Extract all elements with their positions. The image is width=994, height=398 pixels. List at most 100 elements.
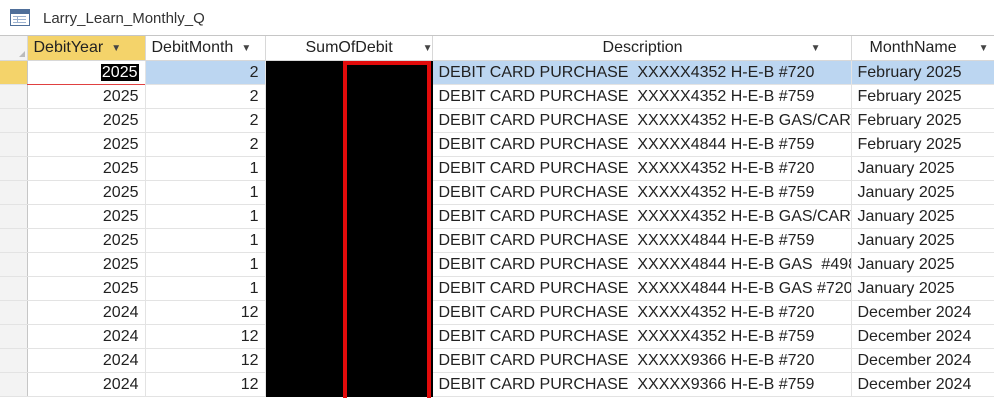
cell-debitmonth[interactable]: 2 — [144, 60, 266, 85]
cell-debitmonth[interactable]: 1 — [144, 228, 266, 253]
cell-sumofdebit-redacted[interactable] — [264, 300, 433, 325]
cell-debityear[interactable]: 2024 — [26, 300, 146, 325]
record-selector[interactable] — [0, 108, 28, 133]
cell-debityear[interactable]: 2025 — [26, 276, 146, 301]
cell-debitmonth[interactable]: 12 — [144, 348, 266, 373]
cell-sumofdebit-redacted[interactable] — [264, 132, 433, 157]
record-selector[interactable] — [0, 204, 28, 229]
cell-debityear[interactable]: 2025 — [26, 180, 146, 205]
cell-sumofdebit-redacted[interactable] — [264, 372, 433, 397]
cell-monthname[interactable]: February 2025 — [850, 60, 994, 85]
column-header-sumofdebit[interactable]: SumOfDebit ▼ — [264, 36, 433, 61]
record-selector[interactable] — [0, 372, 28, 397]
cell-sumofdebit-redacted[interactable] — [264, 60, 433, 85]
table-row[interactable]: 2025 1 DEBIT CARD PURCHASE XXXXX4352 H-E-B… — [0, 180, 994, 205]
record-selector[interactable] — [0, 156, 28, 181]
cell-debitmonth[interactable]: 2 — [144, 108, 266, 133]
table-row[interactable]: 2024 12 DEBIT CARD PURCHASE XXXXX9366 H-E-… — [0, 372, 994, 397]
cell-debityear[interactable]: 2025 — [26, 132, 146, 157]
cell-monthname[interactable]: December 2024 — [850, 300, 994, 325]
table-row[interactable]: 2024 12 DEBIT CARD PURCHASE XXXXX4352 H-E-… — [0, 300, 994, 325]
filter-dropdown-icon[interactable]: ▼ — [811, 43, 821, 54]
cell-monthname[interactable]: December 2024 — [850, 348, 994, 373]
table-row[interactable]: 2025 2 DEBIT CARD PURCHASE XXXXX4352 H-E-B… — [0, 108, 994, 133]
cell-debitmonth[interactable]: 2 — [144, 132, 266, 157]
cell-description[interactable]: DEBIT CARD PURCHASE XXXXX9366 H-E-B #720 — [431, 348, 852, 373]
table-row[interactable]: 2025 2 DEBIT CARD PURCHASE XXXXX4844 H-E-B… — [0, 132, 994, 157]
record-selector[interactable] — [0, 60, 28, 85]
cell-debitmonth[interactable]: 1 — [144, 156, 266, 181]
filter-dropdown-icon[interactable]: ▼ — [979, 43, 989, 54]
cell-monthname[interactable]: December 2024 — [850, 372, 994, 397]
cell-description[interactable]: DEBIT CARD PURCHASE XXXXX4352 H-E-B #720 — [431, 60, 852, 85]
cell-description[interactable]: DEBIT CARD PURCHASE XXXXX4844 H-E-B GAS … — [431, 252, 852, 277]
cell-description[interactable]: DEBIT CARD PURCHASE XXXXX4352 H-E-B GAS/… — [431, 204, 852, 229]
cell-sumofdebit-redacted[interactable] — [264, 84, 433, 109]
cell-debitmonth[interactable]: 1 — [144, 252, 266, 277]
cell-sumofdebit-redacted[interactable] — [264, 276, 433, 301]
cell-debityear[interactable]: 2024 — [26, 348, 146, 373]
cell-monthname[interactable]: December 2024 — [850, 324, 994, 349]
cell-description[interactable]: DEBIT CARD PURCHASE XXXXX4352 H-E-B #720 — [431, 300, 852, 325]
column-header-monthname[interactable]: MonthName ▼ — [850, 36, 994, 61]
cell-debityear[interactable]: 2025 — [26, 60, 146, 85]
column-header-debityear[interactable]: DebitYear ▼ — [26, 36, 146, 61]
cell-description[interactable]: DEBIT CARD PURCHASE XXXXX4844 H-E-B #759 — [431, 228, 852, 253]
cell-sumofdebit-redacted[interactable] — [264, 156, 433, 181]
record-selector[interactable] — [0, 84, 28, 109]
cell-debityear[interactable]: 2024 — [26, 324, 146, 349]
record-selector[interactable] — [0, 252, 28, 277]
cell-debitmonth[interactable]: 12 — [144, 372, 266, 397]
table-row[interactable]: 2025 2 DEBIT CARD PURCHASE XXXXX4352 H-E-B… — [0, 60, 994, 85]
cell-monthname[interactable]: February 2025 — [850, 132, 994, 157]
table-row[interactable]: 2025 1 DEBIT CARD PURCHASE XXXXX4352 H-E-B… — [0, 204, 994, 229]
cell-description[interactable]: DEBIT CARD PURCHASE XXXXX4352 H-E-B #759 — [431, 180, 852, 205]
record-selector[interactable] — [0, 300, 28, 325]
cell-sumofdebit-redacted[interactable] — [264, 252, 433, 277]
table-row[interactable]: 2025 2 DEBIT CARD PURCHASE XXXXX4352 H-E-B… — [0, 84, 994, 109]
record-selector[interactable] — [0, 276, 28, 301]
cell-description[interactable]: DEBIT CARD PURCHASE XXXXX4352 H-E-B GAS/… — [431, 108, 852, 133]
table-row[interactable]: 2025 1 DEBIT CARD PURCHASE XXXXX4844 H-E-B… — [0, 276, 994, 301]
cell-monthname[interactable]: January 2025 — [850, 156, 994, 181]
cell-sumofdebit-redacted[interactable] — [264, 204, 433, 229]
record-selector[interactable] — [0, 348, 28, 373]
cell-description[interactable]: DEBIT CARD PURCHASE XXXXX4844 H-E-B GAS … — [431, 276, 852, 301]
table-row[interactable]: 2025 1 DEBIT CARD PURCHASE XXXXX4844 H-E-B… — [0, 252, 994, 277]
cell-sumofdebit-redacted[interactable] — [264, 108, 433, 133]
cell-debityear[interactable]: 2025 — [26, 156, 146, 181]
cell-debitmonth[interactable]: 2 — [144, 84, 266, 109]
column-header-debitmonth[interactable]: DebitMonth ▼ — [144, 36, 266, 61]
cell-monthname[interactable]: January 2025 — [850, 252, 994, 277]
filter-dropdown-icon[interactable]: ▼ — [241, 43, 251, 54]
cell-monthname[interactable]: February 2025 — [850, 84, 994, 109]
cell-monthname[interactable]: February 2025 — [850, 108, 994, 133]
record-selector[interactable] — [0, 228, 28, 253]
cell-description[interactable]: DEBIT CARD PURCHASE XXXXX4352 H-E-B #720 — [431, 156, 852, 181]
cell-sumofdebit-redacted[interactable] — [264, 180, 433, 205]
cell-sumofdebit-redacted[interactable] — [264, 228, 433, 253]
cell-debityear[interactable]: 2025 — [26, 84, 146, 109]
cell-description[interactable]: DEBIT CARD PURCHASE XXXXX4844 H-E-B #759 — [431, 132, 852, 157]
cell-debitmonth[interactable]: 1 — [144, 276, 266, 301]
cell-monthname[interactable]: January 2025 — [850, 180, 994, 205]
filter-dropdown-icon[interactable]: ▼ — [423, 43, 431, 54]
cell-description[interactable]: DEBIT CARD PURCHASE XXXXX4352 H-E-B #759 — [431, 84, 852, 109]
table-row[interactable]: 2024 12 DEBIT CARD PURCHASE XXXXX4352 H-E-… — [0, 324, 994, 349]
column-header-description[interactable]: Description ▼ — [431, 36, 852, 61]
cell-monthname[interactable]: January 2025 — [850, 228, 994, 253]
cell-description[interactable]: DEBIT CARD PURCHASE XXXXX9366 H-E-B #759 — [431, 372, 852, 397]
cell-description[interactable]: DEBIT CARD PURCHASE XXXXX4352 H-E-B #759 — [431, 324, 852, 349]
table-row[interactable]: 2025 1 DEBIT CARD PURCHASE XXXXX4844 H-E-B… — [0, 228, 994, 253]
cell-debityear[interactable]: 2025 — [26, 228, 146, 253]
cell-monthname[interactable]: January 2025 — [850, 276, 994, 301]
record-selector[interactable] — [0, 324, 28, 349]
cell-monthname[interactable]: January 2025 — [850, 204, 994, 229]
cell-debitmonth[interactable]: 1 — [144, 180, 266, 205]
select-all-button[interactable] — [0, 36, 28, 61]
cell-debityear[interactable]: 2025 — [26, 108, 146, 133]
cell-debityear[interactable]: 2024 — [26, 372, 146, 397]
table-row[interactable]: 2025 1 DEBIT CARD PURCHASE XXXXX4352 H-E-B… — [0, 156, 994, 181]
cell-debityear[interactable]: 2025 — [26, 252, 146, 277]
record-selector[interactable] — [0, 132, 28, 157]
